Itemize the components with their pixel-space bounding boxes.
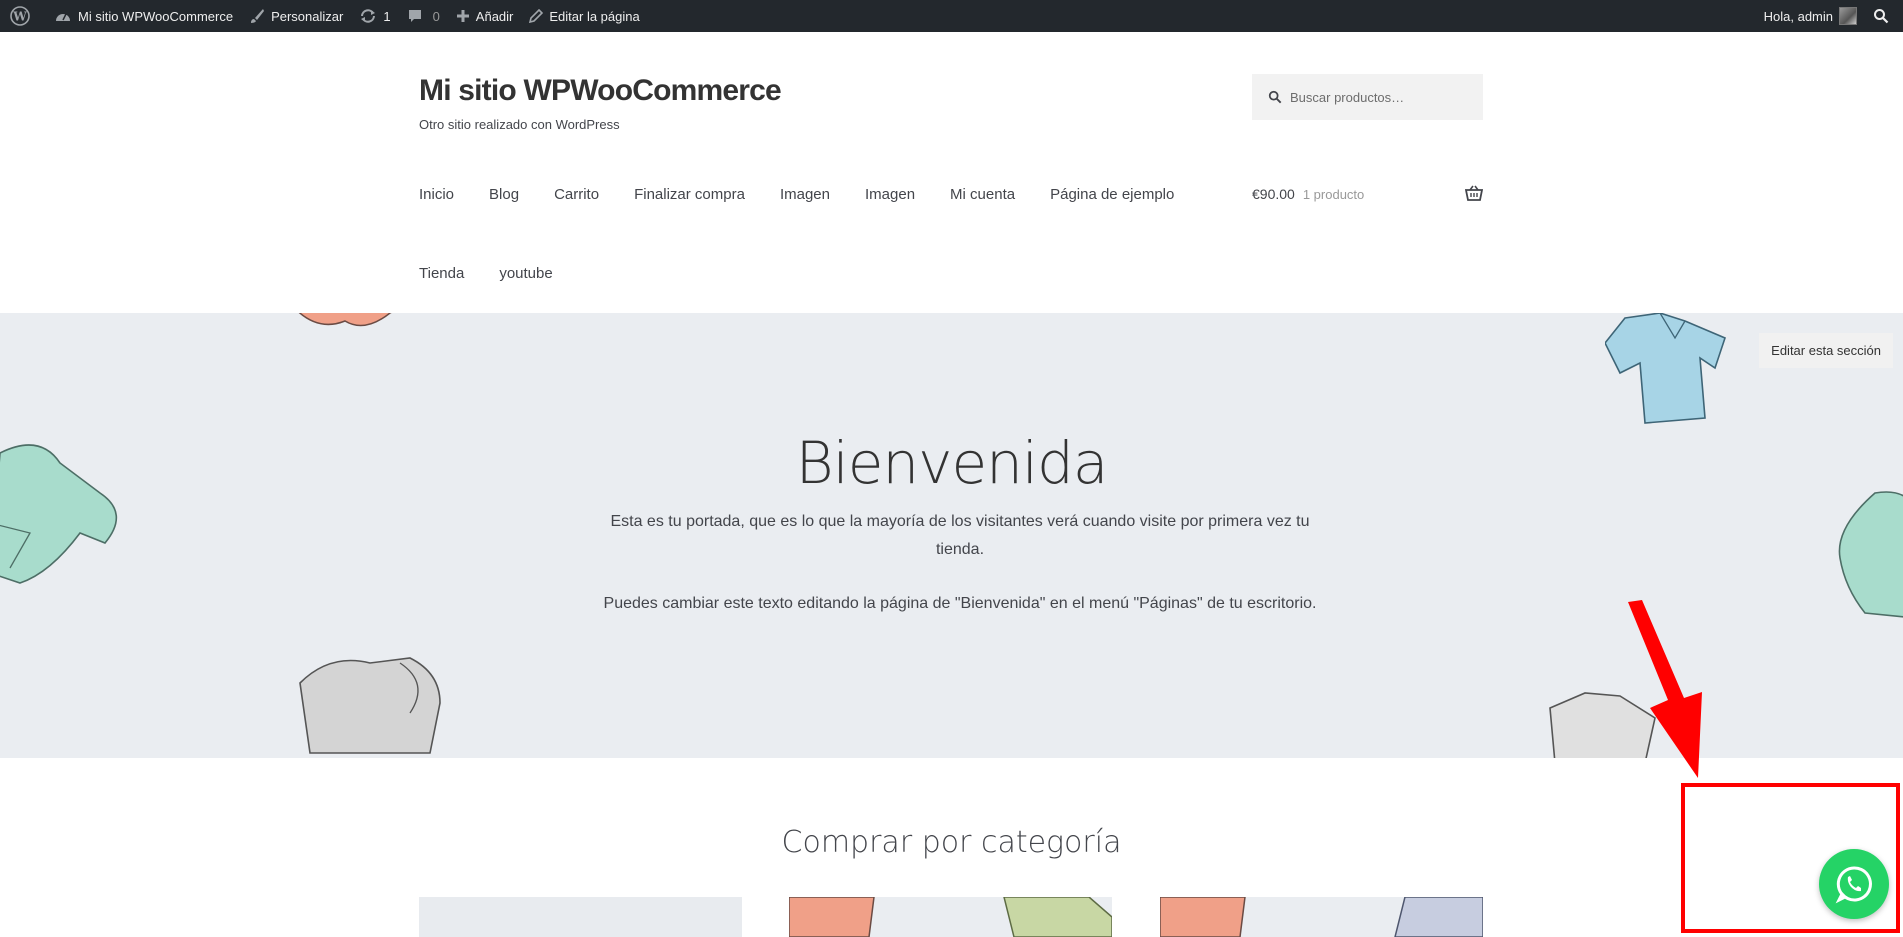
product-search[interactable]: Buscar productos…: [1252, 74, 1483, 120]
plus-icon: [456, 10, 469, 22]
edit-section-button[interactable]: Editar esta sección: [1759, 333, 1893, 368]
site-name-link[interactable]: Mi sitio WPWooCommerce: [46, 0, 241, 32]
search-icon: [1268, 90, 1282, 104]
search-icon: [1874, 9, 1889, 24]
category-card[interactable]: [419, 897, 742, 937]
pencil-icon: [529, 9, 544, 23]
nav-item-pagina-de-ejemplo[interactable]: Página de ejemplo: [1050, 186, 1174, 203]
cart-count: 1 producto: [1302, 186, 1365, 202]
annotation-arrow: [1628, 600, 1702, 778]
nav-item-finalizar-compra[interactable]: Finalizar compra: [634, 186, 745, 203]
primary-navigation: Inicio Blog Carrito Finalizar compra Ima…: [419, 186, 1209, 203]
nav-item-tienda[interactable]: Tienda: [419, 265, 464, 282]
add-new-label: Añadir: [475, 8, 514, 24]
site-title[interactable]: Mi sitio WPWooCommerce: [419, 74, 782, 108]
svg-text:W: W: [12, 10, 27, 24]
nav-item-carrito[interactable]: Carrito: [554, 186, 599, 203]
nav-item-imagen[interactable]: Imagen: [780, 186, 830, 203]
shirt-illustration: [1605, 313, 1726, 424]
hero-title: Bienvenida: [795, 429, 1109, 497]
customize-label: Personalizar: [271, 8, 344, 24]
site-description: Otro sitio realizado con WordPress: [419, 117, 620, 132]
updates-link[interactable]: 1: [351, 0, 398, 32]
edit-page-link[interactable]: Editar la página: [521, 0, 647, 32]
shirt-illustration: [789, 897, 1112, 937]
wordpress-menu[interactable]: W: [0, 0, 46, 32]
shirt-illustration: [299, 657, 441, 754]
comments-link[interactable]: 0: [399, 0, 448, 32]
my-account-link[interactable]: Hola, admin: [1756, 0, 1865, 32]
primary-navigation-row2: Tienda youtube: [419, 265, 588, 282]
avatar: [1839, 7, 1857, 25]
greeting-label: Hola, admin: [1763, 8, 1833, 24]
shirt-illustration: [1838, 491, 1903, 618]
updates-icon: [361, 9, 376, 23]
hero-banner: Editar esta sección Bienvenida Esta es t…: [0, 313, 1903, 758]
shirt-illustration: [298, 313, 392, 327]
cart-amount: €90.00: [1252, 186, 1295, 202]
admin-search-button[interactable]: [1865, 0, 1903, 32]
basket-icon: [1465, 185, 1483, 201]
site-name-label: Mi sitio WPWooCommerce: [78, 8, 234, 24]
nav-item-blog[interactable]: Blog: [489, 186, 519, 203]
nav-item-youtube[interactable]: youtube: [499, 265, 552, 282]
header-cart[interactable]: €90.00 1 producto: [1252, 185, 1483, 202]
comments-count: 0: [432, 8, 440, 24]
add-new-link[interactable]: Añadir: [448, 0, 522, 32]
nav-item-inicio[interactable]: Inicio: [419, 186, 454, 203]
category-card[interactable]: [789, 897, 1112, 937]
edit-page-label: Editar la página: [549, 8, 640, 24]
shirt-illustration: [1160, 897, 1483, 937]
category-card[interactable]: [1160, 897, 1483, 937]
customize-link[interactable]: Personalizar: [241, 0, 351, 32]
hero-paragraph-1: Esta es tu portada, que es lo que la may…: [610, 513, 1310, 558]
nav-item-imagen-2[interactable]: Imagen: [865, 186, 915, 203]
whatsapp-icon: [1835, 866, 1872, 904]
hero-paragraph-2: Puedes cambiar este texto editando la pá…: [603, 595, 1317, 612]
admin-bar: W Mi sitio WPWooCommerce Personalizar 1 …: [0, 0, 1903, 32]
wordpress-icon: W: [10, 6, 30, 26]
updates-count: 1: [383, 8, 391, 24]
categories-title: Comprar por categoría: [781, 825, 1122, 860]
nav-item-mi-cuenta[interactable]: Mi cuenta: [950, 186, 1015, 203]
whatsapp-button[interactable]: [1819, 849, 1889, 919]
brush-icon: [251, 9, 265, 23]
comment-icon: [408, 10, 421, 22]
search-input[interactable]: Buscar productos…: [1290, 90, 1404, 105]
dashboard-icon: [56, 13, 70, 21]
